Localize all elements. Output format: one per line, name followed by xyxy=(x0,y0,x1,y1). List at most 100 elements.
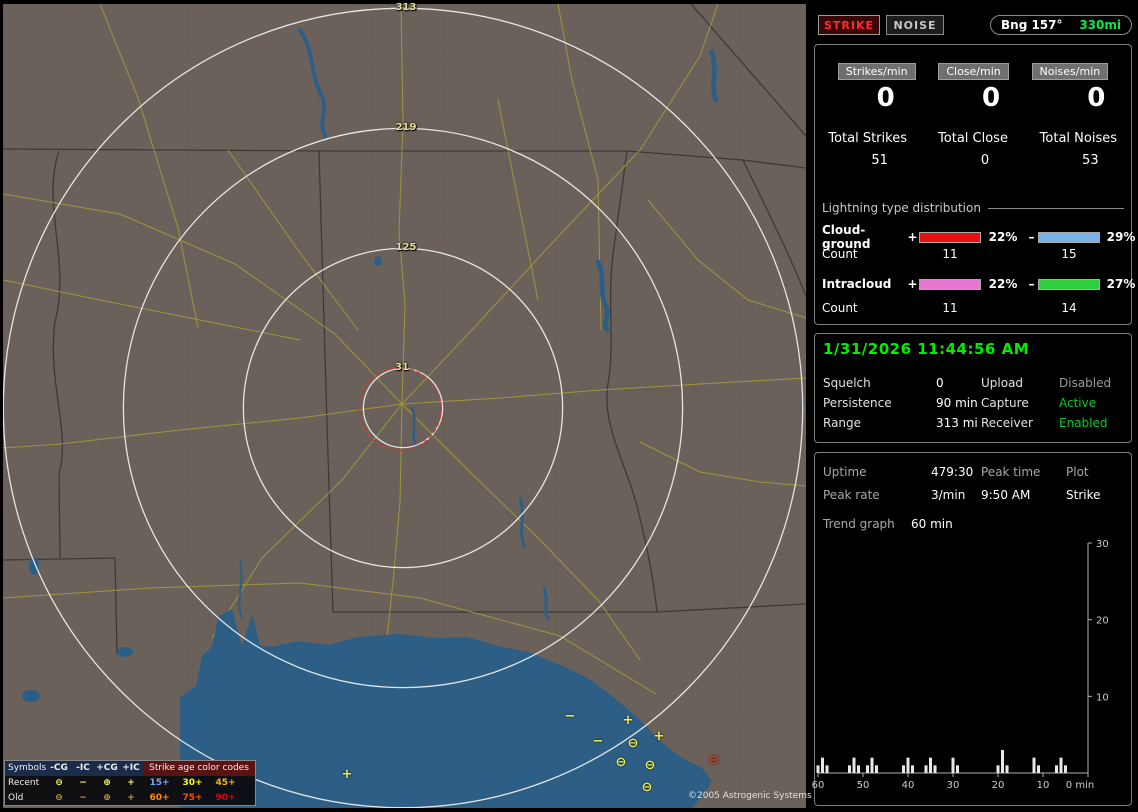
plot-value: Strike xyxy=(1066,488,1101,502)
trend-bar xyxy=(951,757,955,773)
x-tick-label: 20 xyxy=(992,780,1005,791)
strikes-per-min-value: 0 xyxy=(876,83,895,113)
squelch-value: 0 xyxy=(936,376,944,390)
map-legend: Symbols -CG -IC +CG +IC Strike age color… xyxy=(4,760,256,806)
cg-plus-count: 11 xyxy=(942,247,958,261)
upload-status: Disabled xyxy=(1059,376,1112,390)
status-row: Squelch 0 Upload Disabled xyxy=(823,376,1125,390)
counts-panel: Strikes/min Close/min Noises/min 0 0 0 T… xyxy=(814,44,1135,325)
legend-age-title: Strike age color codes xyxy=(143,761,255,776)
stats-row: Peak rate 3/min 9:50 AM Strike xyxy=(823,488,1125,502)
intracloud-label: Intracloud xyxy=(822,277,892,291)
circle-plus-icon: ⊕ xyxy=(103,792,111,803)
cg-minus-count: 15 xyxy=(1061,247,1077,261)
rate-values-row: 0 0 0 xyxy=(815,83,1131,113)
trend-bar xyxy=(875,765,878,773)
trend-bar xyxy=(870,757,874,773)
bearing-readout: Bng 157° 330mi xyxy=(990,15,1132,35)
x-tick-label: 10 xyxy=(1037,780,1050,791)
strike-toggle-button[interactable]: STRIKE xyxy=(818,15,880,35)
age-75: 75+ xyxy=(182,792,203,803)
x-tick-label: 0 min xyxy=(1066,780,1094,791)
trend-bar xyxy=(1064,765,1067,773)
close-per-min-value: 0 xyxy=(981,83,1001,113)
peak-rate-value: 3/min xyxy=(931,488,966,502)
noises-per-min-button[interactable]: Noises/min xyxy=(1031,63,1109,80)
trend-chart: 10 20 30 60 50 40 30 20 10 0 min xyxy=(812,539,1109,791)
legend-col-pos-cg: +CG xyxy=(95,761,119,776)
strikes-per-min-button[interactable]: Strikes/min xyxy=(837,63,916,80)
count-label: Count xyxy=(822,247,858,261)
peak-time-label: Peak time xyxy=(981,465,1041,479)
ic-plus-count: 11 xyxy=(942,301,958,315)
legend-recent-label: Recent xyxy=(8,778,40,788)
circle-minus-icon: ⊖ xyxy=(55,778,63,788)
total-noises-value: 53 xyxy=(1082,153,1099,168)
minus-sign: – xyxy=(1028,230,1035,244)
trend-bar xyxy=(924,765,928,773)
trend-bar xyxy=(1032,757,1036,773)
persistence-label: Persistence xyxy=(823,396,892,410)
trend-bar xyxy=(1005,765,1009,773)
range-value: 313 mi xyxy=(936,416,978,430)
range-ring-label-125: 125 xyxy=(395,242,417,253)
y-tick-label: 10 xyxy=(1096,692,1109,703)
range-ring-label-219: 219 xyxy=(395,122,417,133)
y-tick-label: 30 xyxy=(1096,539,1109,550)
circle-plus-icon: ⊕ xyxy=(103,778,111,788)
x-tick-label: 50 xyxy=(857,780,870,791)
close-per-min-button[interactable]: Close/min xyxy=(938,63,1009,80)
trend-bar xyxy=(1055,765,1058,773)
cg-plus-bar xyxy=(919,231,981,243)
x-tick-label: 30 xyxy=(947,780,960,791)
ic-minus-pct: 27% xyxy=(1106,277,1136,291)
datetime-display: 1/31/2026 11:44:56 AM xyxy=(823,340,1030,358)
minus-sign: – xyxy=(1028,277,1035,291)
trend-bar xyxy=(857,765,860,773)
receiver-label: Receiver xyxy=(981,416,1033,430)
range-ring-label-313: 313 xyxy=(395,2,417,13)
y-tick-label: 20 xyxy=(1096,616,1109,627)
upload-label: Upload xyxy=(981,376,1024,390)
trend-bar xyxy=(911,765,914,773)
stats-row: Uptime 479:30 Peak time Plot xyxy=(823,465,1125,479)
trend-bar xyxy=(1001,750,1004,773)
intracloud-count-row: Count 11 14 xyxy=(822,301,1126,315)
trend-bar xyxy=(906,757,910,773)
age-30: 30+ xyxy=(182,778,203,788)
minus-icon: − xyxy=(79,792,87,803)
trend-bar xyxy=(996,765,1000,773)
trend-bar xyxy=(1059,757,1063,773)
cloud-ground-count-row: Count 11 15 xyxy=(822,247,1126,261)
capture-label: Capture xyxy=(981,396,1029,410)
trend-bar xyxy=(956,765,959,773)
bearing-label: Bng 157° xyxy=(1001,18,1063,32)
legend-col-pos-ic: +IC xyxy=(119,761,143,776)
ic-plus-bar xyxy=(919,278,981,290)
persistence-value: 90 min xyxy=(936,396,978,410)
age-45: 45+ xyxy=(215,778,236,788)
receiver-status: Enabled xyxy=(1059,416,1108,430)
range-ring-label-31: 31 xyxy=(395,362,409,373)
noise-toggle-button[interactable]: NOISE xyxy=(886,15,944,35)
plus-icon: + xyxy=(127,778,135,788)
peak-rate-label: Peak rate xyxy=(823,488,880,502)
total-noises-label: Total Noises xyxy=(1039,131,1117,146)
total-strikes-label: Total Strikes xyxy=(828,131,907,146)
plus-icon: + xyxy=(127,792,135,803)
cg-minus-bar xyxy=(1038,231,1100,243)
trend-bar xyxy=(852,757,856,773)
legend-symbols-title: Symbols xyxy=(5,761,47,776)
cg-minus-pct: 29% xyxy=(1106,230,1136,244)
trend-bar xyxy=(1037,765,1040,773)
trend-bar xyxy=(933,765,937,773)
trend-bar xyxy=(825,765,829,773)
intracloud-row: Intracloud + 22% – 27% xyxy=(822,277,1135,291)
trend-graph-label: Trend graph xyxy=(823,517,895,531)
status-panel: 1/31/2026 11:44:56 AM Squelch 0 Upload D… xyxy=(814,333,1132,443)
trend-graph-row: Trend graph 60 min xyxy=(823,517,953,531)
trend-bar xyxy=(816,765,820,773)
trend-bar xyxy=(821,757,824,773)
noises-per-min-value: 0 xyxy=(1087,83,1106,113)
plus-sign: + xyxy=(907,230,918,244)
